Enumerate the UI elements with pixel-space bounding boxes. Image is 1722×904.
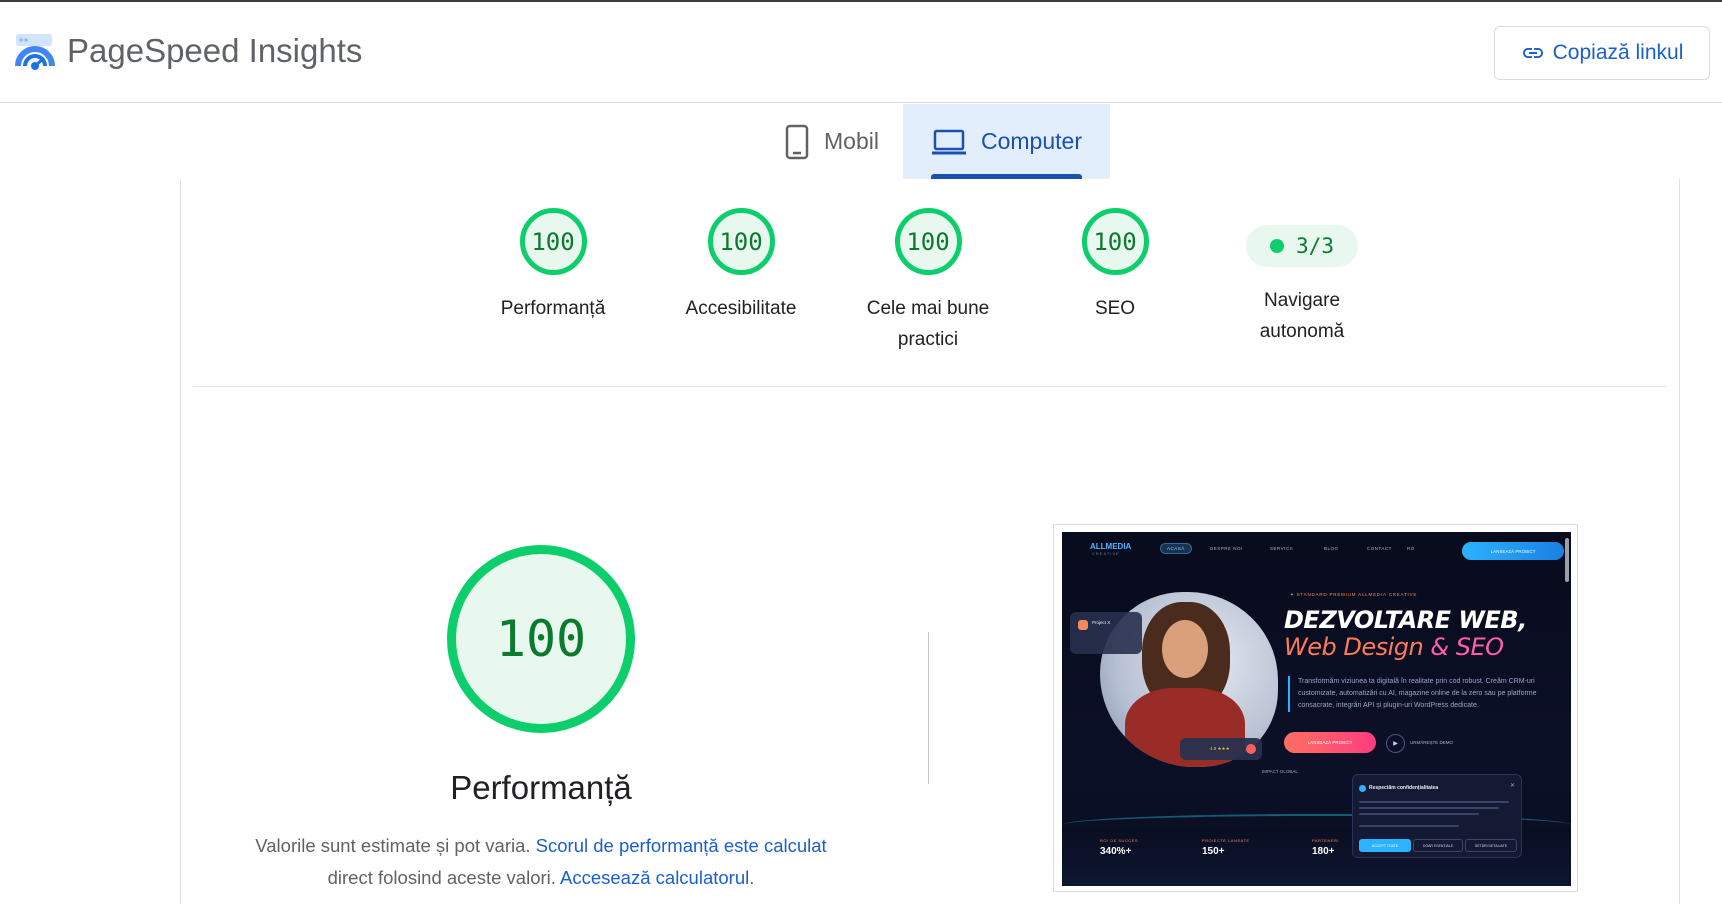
thumb-stat: PARTENERI 180+: [1312, 838, 1340, 857]
score-best-practices[interactable]: 100 Cele mai bune practici: [853, 208, 1003, 355]
thumb-impact: IMPACT GLOBAL: [1262, 769, 1298, 774]
thumb-stat: ROI DE SUCCES 340%+: [1100, 838, 1139, 857]
phone-icon: [785, 124, 809, 159]
thumb-secondary-button: URMĂREȘTE DEMO: [1410, 740, 1454, 745]
thumb-nav-item: RO: [1407, 546, 1415, 551]
thumb-primary-button: LANSEAZĂ PROIECT: [1284, 732, 1376, 753]
thumb-cta: LANSEAZĂ PROIECT: [1462, 542, 1564, 560]
thumb-stat: PROIECTE LANSATE 150+: [1202, 838, 1250, 857]
performance-gauge: 100: [447, 545, 635, 733]
thumb-rating-card: 4.9 ★★★: [1180, 738, 1262, 760]
score-calc-link[interactable]: Scorul de performanță este calculat: [536, 835, 827, 856]
score-gauge: 100: [1081, 208, 1149, 275]
thumb-paragraph: Transformăm viziunea ta digitală în real…: [1288, 676, 1538, 712]
vertical-separator: [928, 632, 929, 784]
thumb-nav-item: ACASĂ: [1160, 543, 1192, 554]
pass-dot-icon: [1270, 239, 1285, 253]
score-performance[interactable]: 100 Performanță: [478, 208, 628, 324]
copy-link-button[interactable]: Copiază linkul: [1494, 26, 1710, 80]
performance-title: Performanță: [450, 769, 632, 806]
tab-mobile[interactable]: Mobil: [760, 104, 903, 179]
laptop-icon: [932, 129, 966, 154]
thumb-logo-sub: CREATIVE: [1092, 551, 1120, 556]
thumb-cookie-banner: Respectăm confidențialitatea ✕ ACCEPT TO…: [1352, 774, 1522, 858]
score-label: Navigare autonomă: [1259, 290, 1345, 342]
score-label: Performanță: [500, 298, 606, 319]
thumb-nav-item: SERVICII: [1270, 546, 1294, 551]
score-accessibility[interactable]: 100 Accesibilitate: [666, 208, 816, 324]
tab-mobile-label: Mobil: [824, 128, 879, 154]
calculator-link[interactable]: Accesează calculatorul: [560, 867, 749, 888]
score-seo[interactable]: 100 SEO: [1040, 208, 1190, 324]
thumb-navbar: ALLMEDIA CREATIVE ACASĂ DESPRE NOI SERVI…: [1062, 532, 1571, 566]
thumb-nav-item: CONTACT: [1367, 546, 1392, 551]
thumb-logo: ALLMEDIA: [1090, 542, 1132, 551]
tab-desktop[interactable]: Computer: [903, 104, 1110, 179]
app-title: PageSpeed Insights: [67, 32, 363, 69]
header: PageSpeed Insights Copiază linkul: [0, 2, 1722, 103]
thumb-subheadline: Web Design & SEO: [1284, 633, 1504, 661]
score-label: Cele mai bune practici: [866, 298, 990, 350]
performance-description: Valorile sunt estimate și pot varia. Sco…: [255, 835, 827, 888]
thumb-scrollbar: [1565, 538, 1569, 582]
copy-link-label: Copiază linkul: [1552, 41, 1684, 64]
agentic-pill: 3/3: [1246, 225, 1358, 267]
score-gauge: 100: [894, 208, 962, 275]
tab-desktop-label: Computer: [981, 128, 1082, 154]
thumb-headline: DEZVOLTARE WEB,: [1284, 606, 1527, 634]
thumb-nav-item: BLOG: [1324, 546, 1339, 551]
thumb-play-icon: ▶: [1386, 734, 1405, 753]
thumb-project-card: Project X: [1070, 612, 1142, 654]
thumb-badge: ✦ STANDARD PREMIUM ALLMEDIA CREATIVE: [1290, 592, 1418, 597]
score-agentic-browsing[interactable]: 3/3 Navigare autonomă: [1227, 208, 1377, 347]
section-divider: [193, 386, 1666, 387]
link-icon: [1522, 48, 1543, 58]
score-label: Accesibilitate: [685, 298, 797, 319]
score-gauge: 100: [707, 208, 775, 275]
score-label: SEO: [1094, 298, 1136, 319]
device-tabs: Mobil Computer: [0, 104, 1722, 179]
agentic-value: 3/3: [1296, 234, 1334, 258]
screenshot-image: ALLMEDIA CREATIVE ACASĂ DESPRE NOI SERVI…: [1062, 532, 1571, 886]
pagespeed-logo-icon: [15, 34, 55, 70]
score-gauge: 100: [519, 208, 587, 275]
final-screenshot: ALLMEDIA CREATIVE ACASĂ DESPRE NOI SERVI…: [1053, 524, 1578, 892]
thumb-nav-item: DESPRE NOI: [1210, 546, 1243, 551]
